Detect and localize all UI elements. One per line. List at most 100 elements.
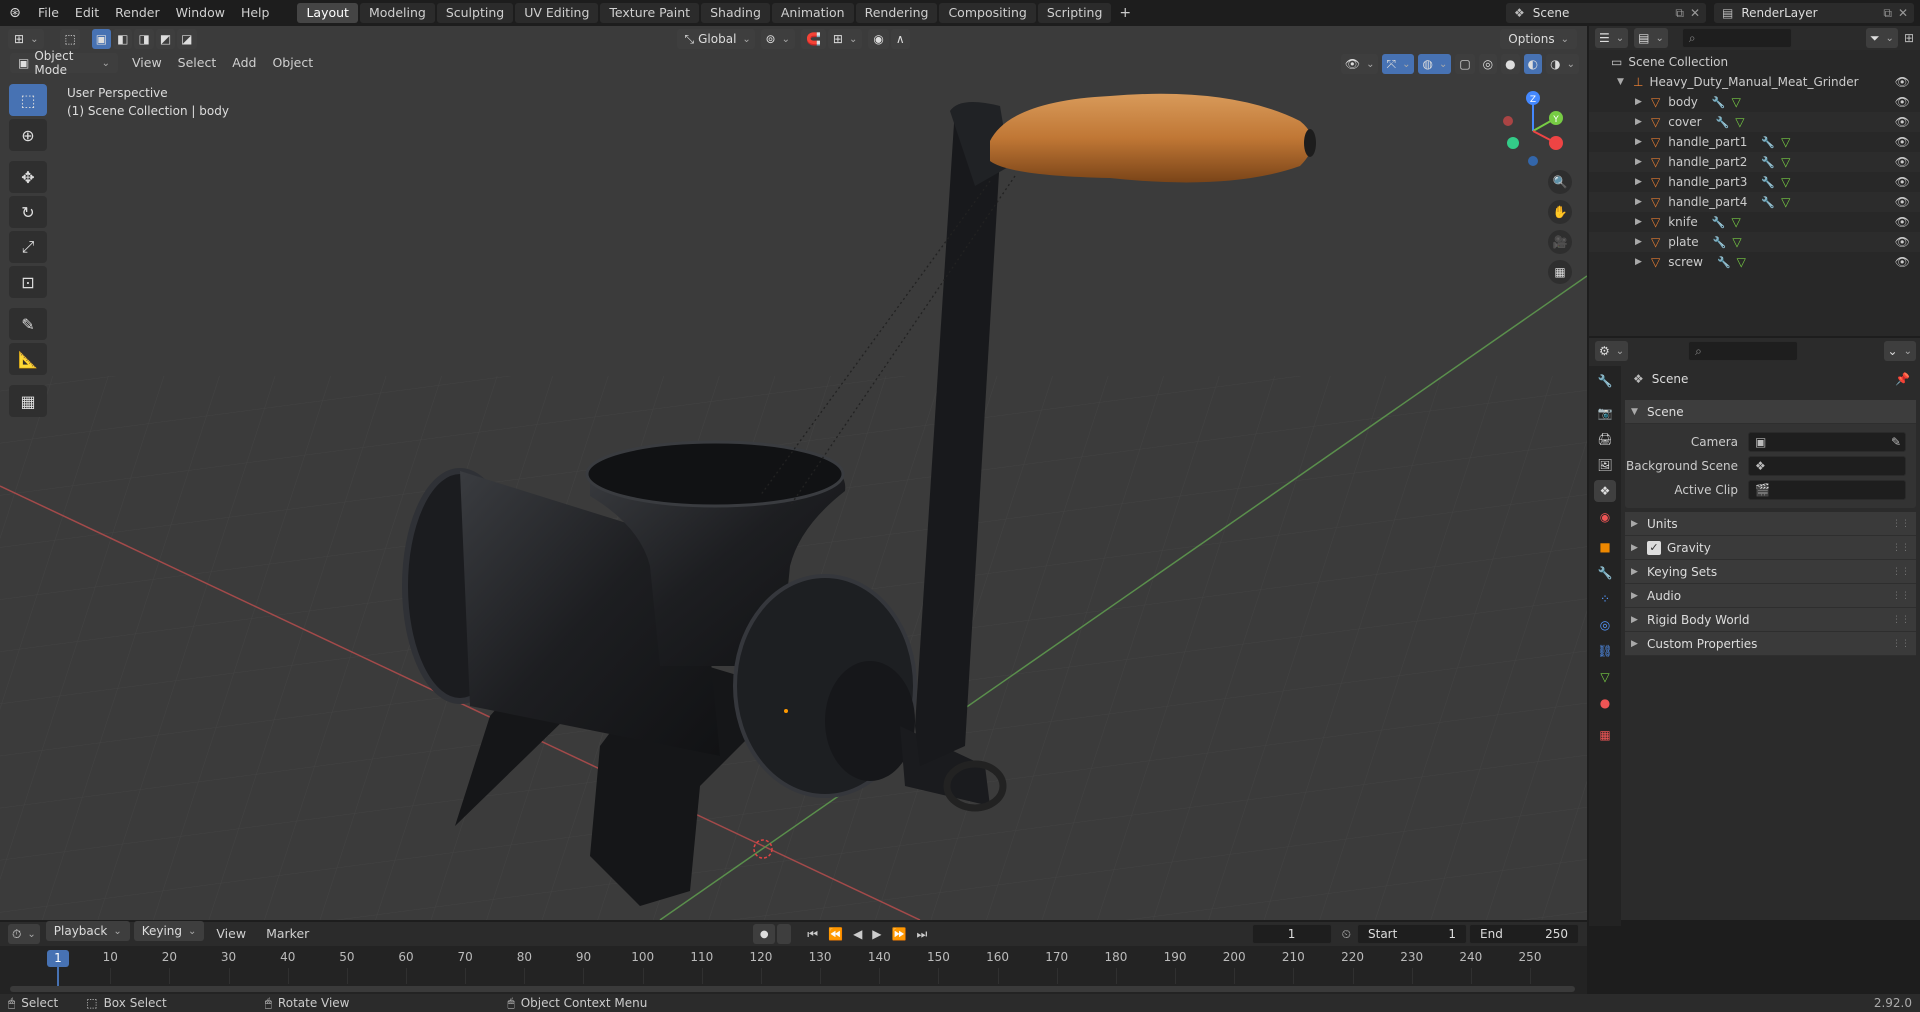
gizmo-toggle-icon[interactable]: ⤧ [1382, 54, 1415, 74]
pin-icon[interactable]: 📌 [1895, 372, 1910, 386]
timeline-menu-keying[interactable]: Keying [133, 921, 205, 941]
expand-arrow-icon[interactable]: ▶ [1635, 117, 1651, 127]
move-tool-icon[interactable]: ✥ [9, 161, 47, 193]
subtract-selection-icon[interactable]: ◨ [134, 29, 154, 49]
subpanel-rigid-body-world[interactable]: ▶ Rigid Body World ⋮⋮ [1625, 608, 1916, 632]
playhead[interactable]: 1 [47, 950, 69, 967]
snap-icon[interactable]: 🧲 [800, 29, 826, 49]
expand-arrow-icon[interactable]: ▶ [1635, 177, 1651, 187]
solid-shading-icon[interactable]: ● [1501, 54, 1520, 74]
menu-edit[interactable]: Edit [67, 0, 107, 26]
extend-selection-icon[interactable]: ◧ [113, 29, 133, 49]
expand-arrow-icon[interactable]: ▶ [1635, 137, 1651, 147]
properties-search-input[interactable]: ⌕ [1688, 341, 1799, 361]
object-tab-icon[interactable]: ■ [1594, 536, 1616, 558]
new-collection-icon[interactable]: ⊞ [1904, 31, 1914, 45]
pan-hand-icon[interactable]: ✋ [1548, 200, 1572, 224]
subpanel-units[interactable]: ▶ Units ⋮⋮ [1625, 512, 1916, 536]
expand-arrow-icon[interactable]: ▼ [1617, 77, 1633, 87]
tab-rendering[interactable]: Rendering [855, 3, 938, 23]
outliner-item-screw[interactable]: ▶ ▽ screw 🔧 ▽ 👁 [1589, 252, 1920, 272]
modifier-tab-icon[interactable]: 🔧 [1594, 562, 1616, 584]
tab-modeling[interactable]: Modeling [359, 3, 435, 23]
play-reverse-icon[interactable]: ◀ [849, 927, 866, 942]
rotate-tool-icon[interactable]: ↻ [9, 196, 47, 228]
mesh-data-icon[interactable]: ▽ [1737, 255, 1746, 269]
visibility-eye-icon[interactable]: 👁 [1895, 95, 1910, 109]
visibility-eye-icon[interactable]: 👁 [1895, 235, 1910, 249]
auto-keying-icon[interactable] [777, 924, 792, 944]
world-tab-icon[interactable]: ◉ [1594, 506, 1616, 528]
timeline-ruler[interactable]: 1 10 20 30 40 50 60 70 80 90 100 110 120 130 140 150 16… [0, 946, 1587, 994]
modifier-wrench-icon[interactable]: 🔧 [1712, 96, 1726, 109]
timeline-menu-playback[interactable]: Playback [45, 921, 130, 941]
select-tool-icon[interactable]: ⬚ [60, 29, 80, 49]
next-keyframe-icon[interactable]: ⏩ [888, 927, 911, 942]
visibility-eye-icon[interactable]: 👁 [1895, 255, 1910, 269]
view-layer-tab-icon[interactable]: 🖼 [1594, 454, 1616, 476]
outliner-item-handle_part3[interactable]: ▶ ▽ handle_part3 🔧 ▽ 👁 [1589, 172, 1920, 192]
expand-arrow-icon[interactable]: ▶ [1635, 237, 1651, 247]
subpanel-gravity[interactable]: ▶ ✓ Gravity ⋮⋮ [1625, 536, 1916, 560]
expand-arrow-icon[interactable]: ▶ [1635, 257, 1651, 267]
viewport-menu-select[interactable]: Select [170, 50, 225, 76]
delete-scene-icon[interactable]: ✕ [1690, 6, 1700, 20]
expand-arrow-icon[interactable]: ▶ [1635, 197, 1651, 207]
properties-editor-icon[interactable]: ⚙ [1595, 341, 1629, 361]
xray-icon[interactable]: ▢ [1455, 54, 1475, 74]
viewport-menu-view[interactable]: View [124, 50, 170, 76]
drag-handle-icon[interactable]: ⋮⋮ [1892, 615, 1910, 625]
timeline-menu-view[interactable]: View [208, 921, 254, 947]
outliner-search-input[interactable]: ⌕ [1681, 28, 1792, 48]
editor-type-dropdown[interactable]: ⊞ [8, 29, 45, 49]
add-workspace-button[interactable]: + [1113, 5, 1137, 21]
properties-options-icon[interactable]: ⌄ [1883, 341, 1916, 361]
overlays-icon[interactable]: ◍ [1418, 54, 1452, 74]
snap-target-dropdown[interactable]: ⊞ [827, 29, 863, 49]
tab-compositing[interactable]: Compositing [939, 3, 1036, 23]
filter-icon[interactable]: ⏷ [1865, 28, 1898, 48]
constraints-tab-icon[interactable]: ⛓ [1594, 640, 1616, 662]
wireframe-shading-icon[interactable]: ◎ [1478, 54, 1498, 74]
menu-file[interactable]: File [30, 0, 67, 26]
timeline-editor-icon[interactable]: ⏱ [8, 924, 40, 944]
object-mode-dropdown[interactable]: ▣ Object Mode [10, 49, 118, 77]
outliner-item-handle_part4[interactable]: ▶ ▽ handle_part4 🔧 ▽ 👁 [1589, 192, 1920, 212]
scene-tab-icon[interactable]: ❖ [1594, 480, 1616, 502]
texture-tab-icon[interactable]: ▦ [1594, 724, 1616, 746]
visibility-icon[interactable]: 👁 [1340, 54, 1379, 74]
prop-field-input[interactable]: ▣ ✎ [1748, 432, 1906, 452]
tab-texture-paint[interactable]: Texture Paint [600, 3, 700, 23]
modifier-wrench-icon[interactable]: 🔧 [1761, 156, 1775, 169]
mesh-data-icon[interactable]: ▽ [1781, 175, 1790, 189]
scene-collection-row[interactable]: ▭ Scene Collection [1589, 52, 1920, 72]
tool-tab-icon[interactable]: 🔧 [1594, 370, 1616, 392]
visibility-eye-icon[interactable]: 👁 [1895, 175, 1910, 189]
gravity-checkbox[interactable]: ✓ [1647, 540, 1661, 555]
outliner-item-handle_part2[interactable]: ▶ ▽ handle_part2 🔧 ▽ 👁 [1589, 152, 1920, 172]
visibility-eye-icon[interactable]: 👁 [1895, 195, 1910, 209]
preview-range-icon[interactable]: ⏲ [1342, 927, 1351, 942]
modifier-wrench-icon[interactable]: 🔧 [1761, 176, 1775, 189]
falloff-icon[interactable]: ∧ [890, 29, 910, 49]
transform-tool-icon[interactable]: ⊡ [9, 266, 47, 298]
visibility-eye-icon[interactable]: 👁 [1895, 155, 1910, 169]
tab-uv-editing[interactable]: UV Editing [515, 3, 599, 23]
menu-window[interactable]: Window [168, 0, 233, 26]
prop-field-input[interactable]: 🎬 [1748, 480, 1906, 500]
new-selection-icon[interactable]: ▣ [91, 29, 112, 49]
menu-render[interactable]: Render [107, 0, 168, 26]
visibility-eye-icon[interactable]: 👁 [1895, 115, 1910, 129]
viewport-menu-object[interactable]: Object [264, 50, 321, 76]
outliner-item-cover[interactable]: ▶ ▽ cover 🔧 ▽ 👁 [1589, 112, 1920, 132]
drag-handle-icon[interactable]: ⋮⋮ [1892, 591, 1910, 601]
view-layer-selector[interactable]: ▤ RenderLayer ⧉ ✕ [1714, 3, 1914, 23]
cursor-tool-icon[interactable]: ⊕ [9, 119, 47, 151]
mesh-data-icon[interactable]: ▽ [1781, 195, 1790, 209]
ortho-toggle-icon[interactable]: ▦ [1548, 260, 1572, 284]
outliner-editor-icon[interactable]: ☰ [1595, 28, 1629, 48]
prev-keyframe-icon[interactable]: ⏪ [824, 927, 847, 942]
tab-scripting[interactable]: Scripting [1037, 3, 1112, 23]
mesh-data-icon[interactable]: ▽ [1732, 235, 1741, 249]
play-icon[interactable]: ▶ [868, 927, 885, 942]
